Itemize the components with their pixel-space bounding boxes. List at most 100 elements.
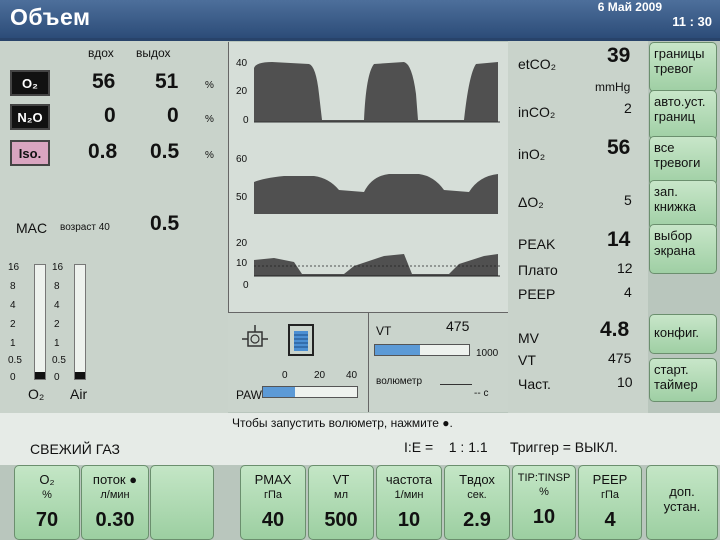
flow-tick: 0 xyxy=(10,372,16,383)
paw-bar xyxy=(262,386,358,398)
volumeter-bar xyxy=(374,344,470,356)
flowmeter-label-o2: O₂ xyxy=(28,386,45,402)
flow-tick: 4 xyxy=(10,300,16,311)
peep-value: 4 xyxy=(624,284,632,300)
volumeter-vt-value: 475 xyxy=(446,318,470,334)
flowmeter-o2: 16 8 4 2 1 0.5 0 xyxy=(8,262,48,383)
vt-value: 475 xyxy=(608,350,632,366)
start-timer-button[interactable]: старт. таймер xyxy=(649,358,717,402)
tinsp-setting-button[interactable]: Tвдох сек. 2.9 xyxy=(444,465,510,540)
flow-level-air xyxy=(75,372,85,379)
n2o-insp-value: 0 xyxy=(104,104,116,127)
volumeter-hint: Чтобы запустить волюметр, нажмите ●. xyxy=(232,416,453,430)
o2-waveform xyxy=(254,174,498,214)
button-unit: % xyxy=(42,489,52,501)
paw-axis-tick: 0 xyxy=(282,370,288,381)
rate-value: 10 xyxy=(617,374,633,390)
alarm-limits-button[interactable]: границы тревог xyxy=(649,42,717,92)
ino2-value: 56 xyxy=(607,136,631,159)
flow-tick: 1 xyxy=(54,338,60,349)
volumeter-label: волюметр xyxy=(376,376,423,387)
exp-column-header: выдох xyxy=(136,46,171,60)
flow-tube-o2 xyxy=(34,264,46,380)
peak-value: 14 xyxy=(607,228,631,251)
ino2-label: inO₂ xyxy=(518,146,546,162)
extra-settings-button[interactable]: доп. устан. xyxy=(646,465,718,540)
gas-label-o2: O₂ xyxy=(10,70,50,96)
inco2-label: inCO₂ xyxy=(518,104,556,120)
n2o-exp-value: 0 xyxy=(167,104,179,127)
button-value: 40 xyxy=(261,509,285,531)
mode-title: Объем xyxy=(10,4,91,30)
paw-axis-tick: 20 xyxy=(314,370,326,381)
select-screen-button[interactable]: выбор экрана xyxy=(649,224,717,274)
button-heading: PEEP xyxy=(592,472,628,487)
tip-tinsp-setting-button[interactable]: TIP:TINSP % 10 xyxy=(512,465,576,540)
n2o-unit: % xyxy=(205,114,214,125)
button-heading: VT xyxy=(332,472,350,487)
co2-waveform xyxy=(254,62,500,123)
bellows-icon xyxy=(286,322,316,363)
rate-setting-button[interactable]: частота 1/мин 10 xyxy=(376,465,442,540)
o2-insp-value: 56 xyxy=(92,70,116,93)
insp-column-header: вдох xyxy=(88,46,114,60)
button-unit: сек. xyxy=(467,489,487,501)
button-value: 10 xyxy=(397,509,421,531)
co2-tick: 40 xyxy=(236,58,248,69)
paw-bar-label: PAW xyxy=(236,388,262,402)
plateau-label: Плато xyxy=(518,262,558,278)
mac-label: MAC xyxy=(16,220,48,236)
co2-tick: 0 xyxy=(243,115,249,126)
volumeter-line xyxy=(440,384,472,385)
button-unit: % xyxy=(539,486,549,498)
paw-tick: 10 xyxy=(236,258,248,269)
config-button[interactable]: конфиг. xyxy=(649,314,717,354)
button-unit: л/мин xyxy=(100,489,130,501)
flow-setting-button[interactable]: поток ● л/мин 0.30 xyxy=(81,465,149,540)
flow-tick: 8 xyxy=(54,281,60,292)
flow-tick: 1 xyxy=(10,338,16,349)
logbook-button[interactable]: зап. книжка xyxy=(649,180,717,230)
button-value: 0.30 xyxy=(95,509,135,531)
button-heading: O₂ xyxy=(39,472,55,487)
paw-tick: 0 xyxy=(243,280,249,291)
button-heading: частота xyxy=(385,472,433,487)
o2-tick: 60 xyxy=(236,154,248,165)
flow-tube-air xyxy=(74,264,86,380)
inco2-value: 2 xyxy=(624,100,632,116)
button-heading: PMAX xyxy=(254,472,292,487)
paw-waveform xyxy=(254,254,500,277)
button-unit: 1/мин xyxy=(394,489,424,501)
vt-setting-button[interactable]: VT мл 500 xyxy=(308,465,374,540)
button-heading: TIP:TINSP xyxy=(517,472,571,484)
flow-tick: 0.5 xyxy=(52,355,66,366)
rate-label: Част. xyxy=(518,376,551,392)
etco2-label: etCO₂ xyxy=(518,56,557,72)
empty-setting-button[interactable] xyxy=(150,465,214,540)
volumeter-max: 1000 xyxy=(476,348,499,359)
mac-value: 0.5 xyxy=(150,212,180,235)
mv-value: 4.8 xyxy=(600,318,630,341)
vt-label: VT xyxy=(518,352,536,368)
lungs-icon xyxy=(240,322,270,361)
auto-set-limits-button[interactable]: авто.уст. границ xyxy=(649,90,717,140)
fresh-gas-title: СВЕЖИЙ ГАЗ xyxy=(30,441,121,457)
gas-label-n2o: N₂O xyxy=(10,104,50,130)
co2-tick: 20 xyxy=(236,86,248,97)
peep-label: PEEP xyxy=(518,286,556,302)
age-label: возраст 40 xyxy=(60,222,110,233)
flow-tick: 2 xyxy=(10,319,16,330)
peep-setting-button[interactable]: PEEP гПа 4 xyxy=(578,465,642,540)
pmax-setting-button[interactable]: PMAX гПа 40 xyxy=(240,465,306,540)
button-unit: гПа xyxy=(600,489,620,501)
o2-exp-value: 51 xyxy=(155,70,179,93)
button-heading: Tвдох xyxy=(459,472,495,487)
o2-setting-button[interactable]: O₂ % 70 xyxy=(14,465,80,540)
all-alarms-button[interactable]: все тревоги xyxy=(649,136,717,186)
button-unit: гПа xyxy=(263,489,283,501)
flowmeter-label-air: Air xyxy=(70,386,88,402)
button-value: 500 xyxy=(324,509,358,531)
flow-tick: 2 xyxy=(54,319,60,330)
button-heading: поток ● xyxy=(92,472,138,487)
ie-ratio: I:E = 1 : 1.1 xyxy=(404,439,488,455)
